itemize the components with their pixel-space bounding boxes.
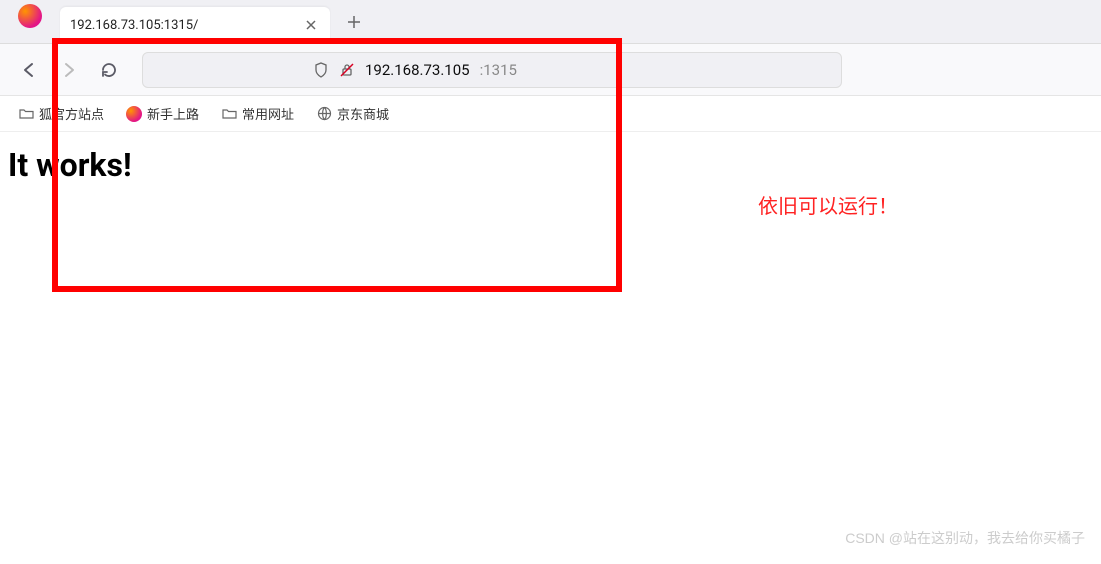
- back-button[interactable]: [12, 53, 46, 87]
- forward-button[interactable]: [52, 53, 86, 87]
- bookmark-label: 新手上路: [147, 104, 199, 123]
- toolbar: 192.168.73.105 :1315: [0, 44, 1101, 96]
- bookmark-label: 常用网址: [242, 104, 294, 123]
- page-content: It works!: [0, 132, 1101, 198]
- browser-tab[interactable]: 192.168.73.105:1315/: [60, 7, 330, 43]
- bookmark-label: 狐官方站点: [39, 104, 104, 123]
- watermark-text: CSDN @站在这别动，我去给你买橘子: [845, 528, 1085, 548]
- bookmark-getting-started[interactable]: 新手上路: [120, 100, 205, 127]
- bookmarks-bar: 狐官方站点 新手上路 常用网址 京东商城: [0, 96, 1101, 132]
- folder-icon: [18, 106, 34, 122]
- bookmark-label: 京东商城: [337, 104, 389, 123]
- tab-bar: 192.168.73.105:1315/: [0, 0, 1101, 44]
- close-tab-icon[interactable]: [302, 16, 320, 34]
- firefox-icon: [126, 106, 142, 122]
- url-port: :1315: [480, 61, 517, 79]
- folder-icon: [221, 106, 237, 122]
- address-bar[interactable]: 192.168.73.105 :1315: [142, 52, 842, 88]
- bookmark-fox-official[interactable]: 狐官方站点: [12, 100, 110, 127]
- bookmark-jd[interactable]: 京东商城: [310, 100, 395, 127]
- lock-insecure-icon: [339, 62, 355, 78]
- shield-icon: [313, 62, 329, 78]
- new-tab-button[interactable]: [338, 6, 370, 38]
- bookmark-common-urls[interactable]: 常用网址: [215, 100, 300, 127]
- globe-icon: [316, 106, 332, 122]
- url-host: 192.168.73.105: [365, 61, 470, 79]
- reload-button[interactable]: [92, 53, 126, 87]
- tab-title: 192.168.73.105:1315/: [70, 18, 302, 33]
- firefox-app-icon: [18, 4, 46, 32]
- annotation-text: 依旧可以运行！: [758, 190, 898, 219]
- page-heading: It works!: [8, 146, 1093, 184]
